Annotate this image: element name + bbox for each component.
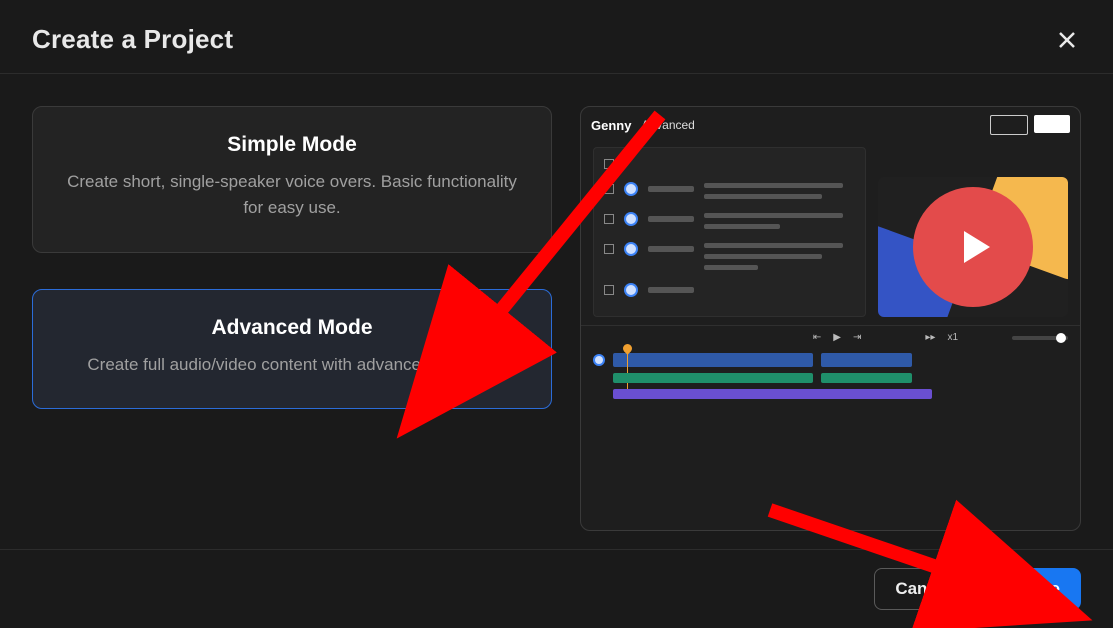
mode-option-advanced[interactable]: Advanced Mode Create full audio/video co… — [32, 289, 552, 409]
avatar-icon — [624, 212, 638, 226]
timeline-clip — [613, 389, 932, 399]
checkbox-icon — [604, 214, 614, 224]
dialog-body: Simple Mode Create short, single-speaker… — [0, 74, 1113, 549]
dialog-title: Create a Project — [32, 24, 233, 55]
avatar-icon — [624, 283, 638, 297]
close-icon — [1057, 30, 1077, 50]
dialog-footer: Cancel Create — [0, 549, 1113, 628]
timeline-clip — [613, 373, 813, 383]
placeholder-lines — [704, 183, 855, 199]
button-label: Cancel — [895, 579, 951, 599]
mode-title: Advanced Mode — [61, 316, 523, 340]
preview-transport-bar: ⇤ ▶ ⇥ ▸▸ x1 — [581, 325, 1080, 347]
checkbox-icon — [604, 285, 614, 295]
preview-row — [604, 181, 855, 199]
placeholder-bar — [648, 186, 694, 192]
timeline-clip — [821, 353, 912, 367]
cancel-button[interactable]: Cancel — [874, 568, 972, 610]
placeholder-lines — [704, 243, 855, 270]
create-button[interactable]: Create — [986, 568, 1081, 610]
preview-timeline — [581, 347, 1080, 417]
create-project-dialog: Create a Project Simple Mode Create shor… — [0, 0, 1113, 628]
dialog-header: Create a Project — [0, 0, 1113, 74]
play-icon: ▶ — [833, 332, 841, 343]
mode-option-simple[interactable]: Simple Mode Create short, single-speaker… — [32, 106, 552, 253]
preview-script-rows — [593, 147, 866, 317]
preview-video-thumbnail — [878, 177, 1068, 317]
timeline-row — [593, 373, 1068, 383]
play-icon — [964, 231, 990, 263]
preview-brand: Genny — [591, 118, 631, 133]
fast-forward-icon: ▸▸ — [925, 332, 935, 343]
timeline-row — [593, 353, 1068, 367]
skip-back-icon: ⇤ — [813, 332, 821, 343]
checkbox-icon — [604, 184, 614, 194]
skip-forward-icon: ⇥ — [853, 332, 861, 343]
close-button[interactable] — [1053, 26, 1081, 54]
mode-preview: Genny Advanced — [580, 106, 1081, 531]
mode-description: Create short, single-speaker voice overs… — [61, 169, 523, 222]
preview-row — [604, 241, 855, 270]
timeline-row — [593, 389, 1068, 399]
placeholder-bar — [648, 246, 694, 252]
avatar-icon — [624, 182, 638, 196]
timeline-clip — [821, 373, 912, 383]
mode-title: Simple Mode — [61, 133, 523, 157]
button-label: Create — [1007, 579, 1060, 599]
mode-options: Simple Mode Create short, single-speaker… — [32, 106, 552, 531]
avatar-icon — [624, 242, 638, 256]
volume-slider — [1012, 336, 1068, 340]
preview-header-buttons — [990, 115, 1070, 135]
preview-row — [604, 156, 855, 169]
preview-row — [604, 211, 855, 229]
playback-speed: x1 — [947, 332, 958, 343]
placeholder-bar — [648, 216, 694, 222]
timeline-clip — [613, 353, 813, 367]
mode-description: Create full audio/video content with adv… — [61, 352, 523, 378]
play-circle — [913, 187, 1033, 307]
placeholder-lines — [704, 213, 855, 229]
avatar-icon — [593, 354, 605, 366]
preview-tab-label: Advanced — [641, 118, 694, 132]
placeholder-bar — [648, 287, 694, 293]
preview-row — [604, 282, 855, 297]
preview-button-outline — [990, 115, 1028, 135]
checkbox-icon — [604, 159, 614, 169]
checkbox-icon — [604, 244, 614, 254]
preview-header: Genny Advanced — [581, 107, 1080, 141]
preview-body — [581, 141, 1080, 325]
preview-button-solid — [1034, 115, 1070, 133]
